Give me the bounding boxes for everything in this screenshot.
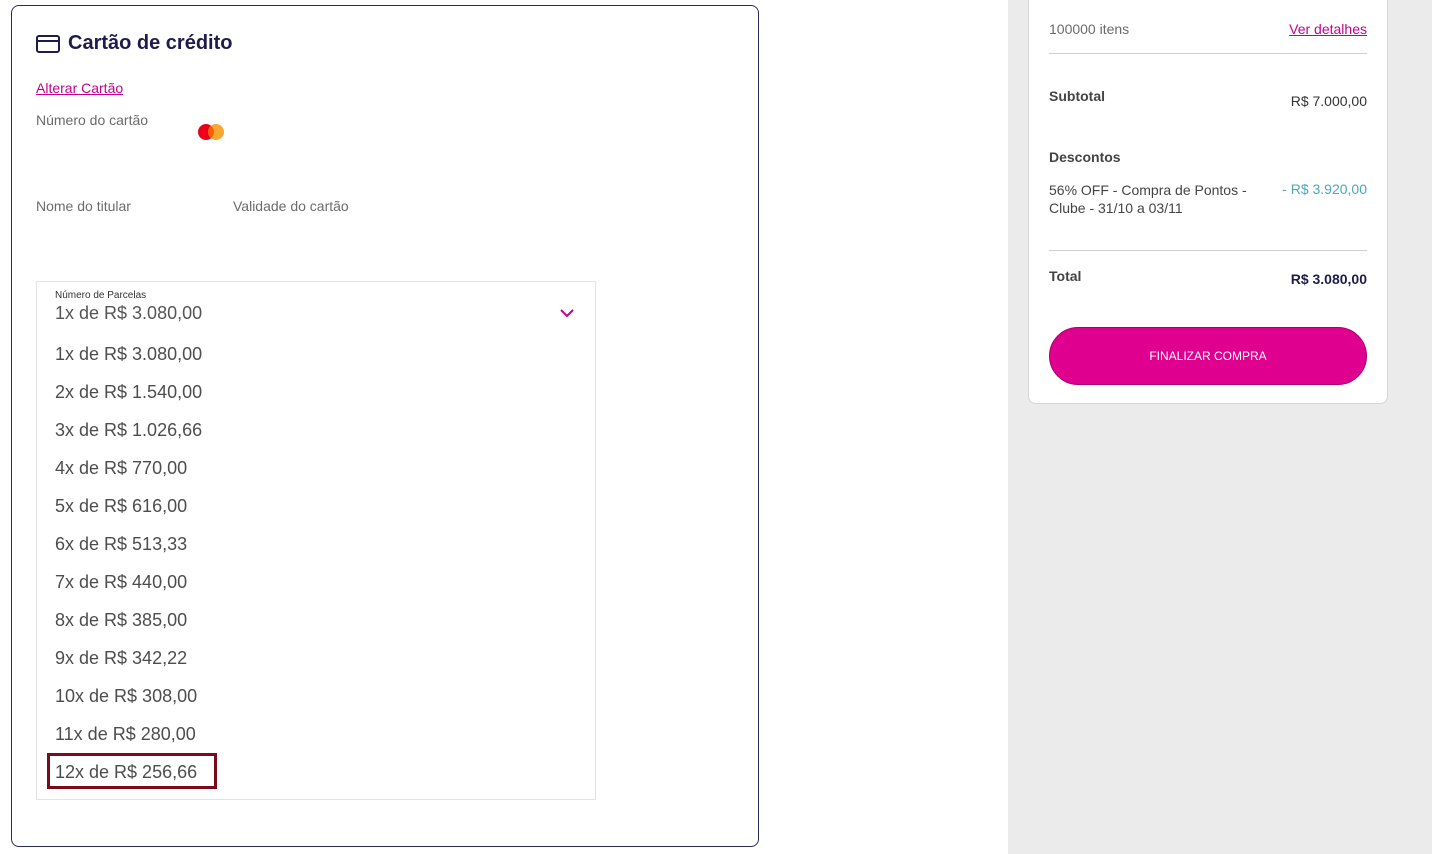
credit-card-title: Cartão de crédito [68,32,233,54]
items-count: 100000 itens [1049,21,1130,37]
view-details-link[interactable]: Ver detalhes [1289,21,1367,37]
card-number-label: Número do cartão [36,112,149,128]
installment-option-12[interactable]: 12x de R$ 256,66 [37,753,595,791]
change-card-link[interactable]: Alterar Cartão [36,80,123,96]
installments-selected-value[interactable]: 1x de R$ 3.080,00 [55,303,202,324]
chevron-down-icon[interactable] [559,307,575,319]
installments-select[interactable]: Número de Parcelas 1x de R$ 3.080,00 1x … [36,281,596,800]
installment-option-4[interactable]: 4x de R$ 770,00 [37,449,595,487]
credit-card-icon [36,34,60,53]
installment-option-3[interactable]: 3x de R$ 1.026,66 [37,411,595,449]
order-summary-panel: 100000 itens Ver detalhes Subtotal R$ 7.… [1028,0,1388,404]
total-value: R$ 3.080,00 [1290,271,1367,287]
total-label: Total [1049,268,1082,284]
credit-card-header: Cartão de crédito [36,32,232,55]
installment-option-7[interactable]: 7x de R$ 440,00 [37,563,595,601]
discount-description: 56% OFF - Compra de Pontos - Clube - 31/… [1049,182,1247,216]
card-holder-label: Nome do titular [36,198,131,214]
installment-option-8[interactable]: 8x de R$ 385,00 [37,601,595,639]
installments-caption: Número de Parcelas [55,290,147,301]
installment-option-6[interactable]: 6x de R$ 513,33 [37,525,595,563]
installment-option-9[interactable]: 9x de R$ 342,22 [37,639,595,677]
mastercard-logo [198,124,224,140]
installment-option-10[interactable]: 10x de R$ 308,00 [37,677,595,715]
credit-card-panel: Cartão de crédito Alterar Cartão Número … [11,5,759,847]
installments-options-list: 1x de R$ 3.080,00 2x de R$ 1.540,00 3x d… [37,335,595,791]
subtotal-label: Subtotal [1049,88,1105,104]
summary-divider [1049,53,1367,54]
card-validity-label: Validade do cartão [233,198,349,214]
installment-option-5[interactable]: 5x de R$ 616,00 [37,487,595,525]
summary-divider [1049,250,1367,251]
installment-option-11[interactable]: 11x de R$ 280,00 [37,715,595,753]
finish-purchase-button[interactable]: FINALIZAR COMPRA [1049,327,1367,385]
discounts-label: Descontos [1049,149,1121,165]
discount-value: - R$ 3.920,00 [1282,181,1367,197]
installment-option-2[interactable]: 2x de R$ 1.540,00 [37,373,595,411]
subtotal-value: R$ 7.000,00 [1290,93,1367,109]
installment-option-1[interactable]: 1x de R$ 3.080,00 [37,335,595,373]
